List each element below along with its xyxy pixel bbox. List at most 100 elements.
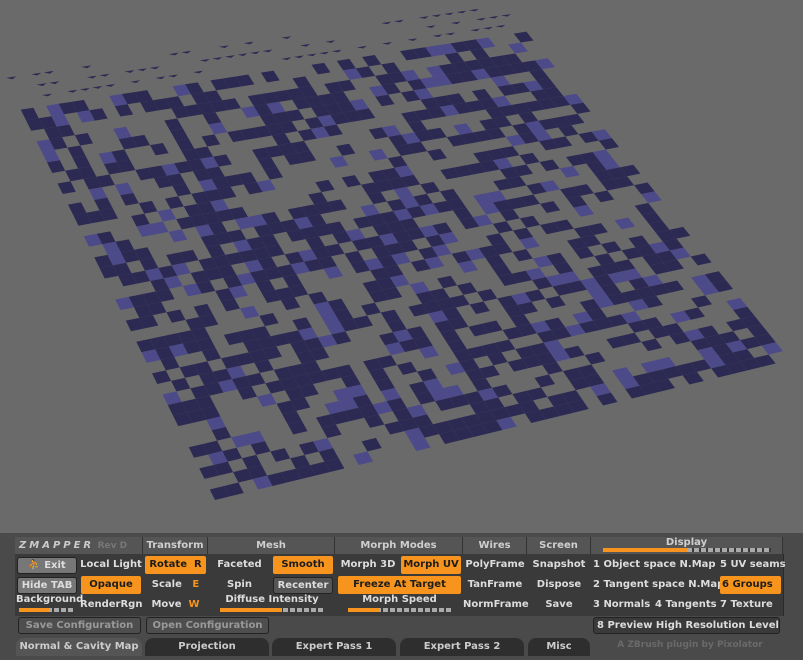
morph-speed-label: Morph Speed (362, 594, 437, 605)
mesh-face (353, 451, 374, 465)
mesh-face (74, 132, 94, 146)
mesh-face (292, 76, 312, 89)
tab-expert-pass-2[interactable]: Expert Pass 2 (400, 638, 524, 656)
tab-expert-pass-1[interactable]: Expert Pass 1 (272, 638, 396, 656)
diffuse-intensity-slider[interactable] (220, 608, 324, 612)
freeze-at-target-button[interactable]: Freeze At Target (338, 576, 461, 594)
save-configuration-button[interactable]: Save Configuration (18, 617, 141, 634)
mesh-face (601, 241, 622, 254)
mesh-triangle (149, 66, 160, 70)
mesh-triangle (249, 51, 260, 55)
mesh-face (420, 181, 440, 194)
mesh-face (362, 55, 382, 67)
dispose-button[interactable]: Dispose (527, 576, 591, 594)
uv-seams-button[interactable]: 5 UV seams (720, 556, 786, 574)
mesh-triangle (470, 28, 481, 32)
mesh-triangle (456, 10, 467, 14)
mesh-face (260, 70, 280, 83)
mesh-triangle (181, 50, 192, 54)
object-space-nmap-button[interactable]: 1 Object space N.Map (593, 556, 717, 574)
mesh-triangle (381, 21, 392, 25)
mesh-triangle (43, 70, 54, 74)
mesh-face (341, 175, 362, 188)
hide-tab-button[interactable]: Hide TAB (17, 577, 77, 594)
wires-header: Wires (463, 537, 527, 554)
mesh-face (336, 58, 356, 71)
mesh-face (545, 295, 566, 309)
smooth-button[interactable]: Smooth (273, 556, 333, 574)
exit-button[interactable]: ⛹ Exit (17, 557, 77, 574)
morph-speed-slider[interactable] (348, 608, 452, 612)
recenter-button[interactable]: Recenter (273, 577, 333, 594)
mesh-face (508, 42, 528, 54)
display-slider[interactable] (603, 548, 771, 552)
polyframe-button[interactable]: PolyFrame (463, 556, 527, 574)
mesh-face (529, 69, 550, 81)
scale-button[interactable]: Scale E (145, 576, 206, 594)
display-header[interactable]: Display (591, 537, 783, 554)
mesh-face (584, 351, 606, 365)
spin-button[interactable]: Spin (212, 576, 267, 594)
zmapper-panel: ZMAPPER Rev D Transform Mesh Morph Modes… (0, 533, 803, 660)
preview-high-res-button[interactable]: 8 Preview High Resolution Level (593, 617, 780, 634)
mesh-face (539, 159, 560, 172)
render-rgn-button[interactable]: RenderRgn (80, 596, 142, 614)
tangents-button[interactable]: 4 Tangents (655, 596, 719, 614)
tab-normal-cavity-map[interactable]: Normal & Cavity Map (16, 638, 142, 656)
faceted-button[interactable]: Faceted (212, 556, 267, 574)
mesh-triangle (450, 21, 461, 25)
mesh-triangle (407, 38, 418, 41)
tab-projection[interactable]: Projection (145, 638, 269, 656)
mesh-triangle (306, 53, 317, 57)
morph-uv-button[interactable]: Morph UV (401, 556, 461, 574)
mesh-triangle (475, 17, 486, 21)
mesh-face (593, 190, 615, 203)
mesh-triangle (79, 87, 90, 91)
opaque-button[interactable]: Opaque (81, 576, 141, 594)
mesh-face (519, 152, 540, 165)
snapshot-button[interactable]: Snapshot (527, 556, 591, 574)
mesh-header: Mesh (208, 537, 335, 554)
mesh-face (175, 138, 195, 151)
mesh-face (263, 167, 283, 180)
mesh-face (490, 75, 511, 87)
mesh-triangle (167, 74, 178, 78)
tangent-space-nmap-button[interactable]: 2 Tangent space N.Map (593, 576, 724, 594)
normals-button[interactable]: 3 Normals (593, 596, 653, 614)
open-configuration-button[interactable]: Open Configuration (146, 617, 269, 634)
mesh-triangle (104, 84, 115, 87)
move-button[interactable]: Move W (145, 596, 206, 614)
mesh-face (68, 202, 87, 216)
rotate-button[interactable]: Rotate R (145, 556, 206, 574)
mesh-triangle (92, 85, 103, 89)
mesh-face (208, 122, 228, 135)
mesh-face (270, 448, 291, 462)
save-button[interactable]: Save (527, 596, 591, 614)
mesh-face (375, 94, 395, 107)
local-light-button[interactable]: Local Light (80, 556, 142, 574)
mesh-triangle (425, 25, 436, 28)
3d-viewport[interactable] (0, 0, 803, 535)
mesh-face (113, 126, 132, 140)
diffuse-intensity-label: Diffuse Intensity (225, 594, 319, 605)
mesh-face (315, 179, 335, 193)
mesh-face (172, 183, 192, 197)
background-label: Background (16, 594, 84, 605)
background-slider[interactable] (19, 608, 73, 612)
texture-button[interactable]: 7 Texture (720, 596, 782, 614)
mesh-triangle (81, 65, 92, 69)
mesh-face (329, 155, 349, 168)
morph-3d-button[interactable]: Morph 3D (338, 556, 398, 574)
mesh-triangle (130, 80, 141, 83)
mesh-face (513, 31, 534, 43)
groups-button[interactable]: 6 Groups (720, 576, 781, 594)
mesh-face (57, 181, 76, 195)
mesh-triangle (468, 8, 479, 12)
normframe-button[interactable]: NormFrame (463, 596, 529, 614)
mesh-triangle (293, 55, 304, 59)
mesh-face (114, 182, 134, 196)
tab-misc[interactable]: Misc (528, 638, 590, 656)
tanframe-button[interactable]: TanFrame (463, 576, 527, 594)
mesh-face (152, 370, 172, 384)
mesh-face (165, 196, 184, 209)
